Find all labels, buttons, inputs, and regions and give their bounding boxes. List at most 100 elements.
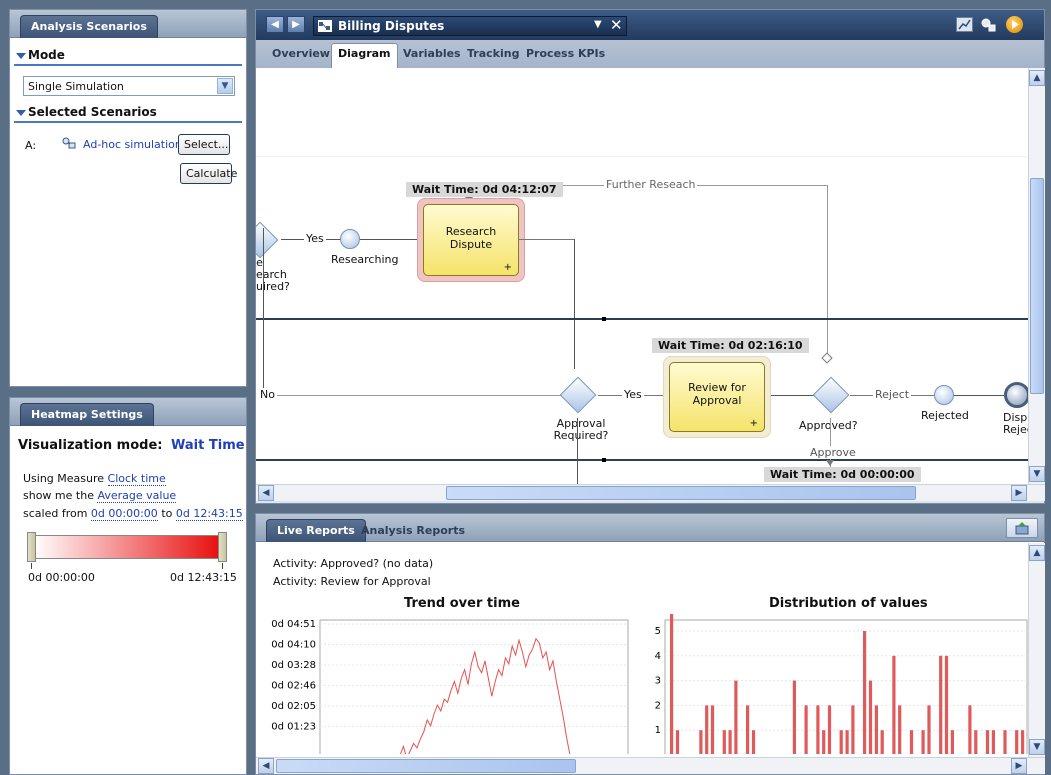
connector [360, 239, 418, 240]
horizontal-scrollbar[interactable]: ◀ ▶ [256, 757, 1045, 774]
process-icon[interactable] [980, 17, 997, 32]
expand-icon[interactable]: + [750, 418, 758, 429]
reports-panel: Live Reports Analysis Reports Activity: … [255, 513, 1045, 775]
lane-handle[interactable] [602, 317, 606, 321]
play-icon[interactable] [1006, 16, 1023, 33]
histogram-bar [705, 705, 709, 754]
measure-link[interactable]: Clock time [107, 472, 166, 486]
vertical-scrollbar[interactable]: ▲ ▼ [1028, 543, 1045, 757]
researching-event[interactable] [340, 229, 360, 249]
yes-label-1: Yes [304, 232, 326, 245]
scroll-left-button[interactable]: ◀ [258, 758, 274, 774]
mode-header[interactable]: Mode [14, 47, 242, 66]
research-dispute-task[interactable]: Research Dispute + [423, 204, 519, 276]
scroll-up-button[interactable]: ▲ [1029, 70, 1045, 86]
selected-scenarios-label: Selected Scenarios [28, 105, 157, 119]
scale-tick-max [222, 563, 223, 569]
tab-analysis-reports[interactable]: Analysis Reports [361, 524, 465, 537]
scroll-thumb[interactable] [276, 759, 576, 773]
scroll-down-button[interactable]: ▼ [1029, 739, 1045, 755]
back-button[interactable]: ◀ [266, 16, 284, 33]
export-icon[interactable] [1006, 518, 1038, 538]
scale-from-link[interactable]: 0d 00:00:00 [90, 507, 158, 521]
rejected-event[interactable] [934, 385, 954, 405]
histogram-bar [927, 705, 931, 754]
chart-icon[interactable] [956, 17, 973, 32]
activity-line-2: Activity: Review for Approval [273, 575, 431, 588]
histogram-bar [974, 730, 978, 754]
connector [272, 395, 562, 396]
tab-variables[interactable]: Variables [403, 47, 461, 60]
tab-process-kpis[interactable]: Process KPIs [526, 47, 605, 60]
research-dispute-label: Research Dispute [445, 225, 497, 251]
gradient-min-handle[interactable] [27, 532, 36, 562]
forward-button[interactable]: ▶ [287, 16, 305, 33]
histogram-bar [734, 680, 738, 754]
scroll-thumb[interactable] [446, 486, 916, 500]
scroll-right-button[interactable]: ▶ [1011, 485, 1027, 501]
histogram-bar [991, 730, 995, 754]
research-required-gateway[interactable] [256, 221, 279, 259]
approved-gateway[interactable] [812, 376, 850, 414]
process-selector[interactable]: Billing Disputes ▼ ✕ [313, 16, 627, 36]
scale-to-link[interactable]: 0d 12:43:15 [175, 507, 243, 521]
y-tick-label: 3 [655, 676, 661, 687]
lane-divider [256, 459, 1028, 461]
histogram-bar [909, 730, 914, 754]
wait-time-research: Wait Time: 0d 04:12:07 [406, 182, 563, 197]
connector [263, 228, 264, 396]
scale-min-label: 0d 00:00:00 [28, 571, 95, 584]
histogram-bar [728, 730, 732, 754]
mode-header-label: Mode [28, 48, 65, 62]
approval-required-gateway[interactable] [559, 376, 597, 414]
scenario-letter: A: [25, 139, 37, 152]
wait-time-review: Wait Time: 0d 02:16:10 [652, 338, 809, 353]
scroll-left-button[interactable]: ◀ [258, 485, 274, 501]
collapse-icon [16, 110, 26, 116]
tab-diagram[interactable]: Diagram [331, 43, 398, 68]
scroll-thumb[interactable] [1030, 178, 1044, 394]
tab-heatmap-settings[interactable]: Heatmap Settings [20, 403, 154, 426]
dispute-rejected-label-2: Rejec [1003, 423, 1028, 436]
chevron-down-icon[interactable]: ▼ [594, 19, 602, 30]
histogram-bar [898, 705, 902, 754]
calculate-button[interactable]: Calculate [180, 163, 237, 184]
histogram-bar [892, 655, 896, 754]
expand-icon[interactable]: + [504, 262, 512, 273]
horizontal-scrollbar[interactable]: ◀ ▶ [256, 484, 1045, 501]
scroll-down-button[interactable]: ▼ [1029, 466, 1045, 482]
selected-scenarios-header[interactable]: Selected Scenarios [14, 104, 242, 123]
scale-max-label: 0d 12:43:15 [170, 571, 237, 584]
scroll-right-button[interactable]: ▶ [1011, 758, 1027, 774]
scenario-link[interactable]: Ad-hoc simulation [83, 138, 182, 151]
panel-header: Heatmap Settings [10, 398, 246, 426]
yes-label-2: Yes [622, 388, 644, 401]
visualization-mode-value[interactable]: Wait Time [171, 438, 245, 453]
select-button[interactable]: Select... [178, 134, 230, 155]
tab-analysis-scenarios[interactable]: Analysis Scenarios [20, 15, 158, 38]
chevron-down-icon[interactable]: ▼ [217, 78, 233, 94]
mode-select[interactable]: Single Simulation ▼ [23, 76, 235, 96]
connector [574, 239, 575, 369]
histogram-bar [699, 730, 703, 754]
gradient-max-handle[interactable] [218, 532, 227, 562]
tab-tracking[interactable]: Tracking [467, 47, 519, 60]
scroll-up-button[interactable]: ▲ [1029, 545, 1045, 561]
histogram-bar [1003, 730, 1007, 754]
y-tick-label: 0d 03:28 [271, 660, 316, 671]
diagram-canvas[interactable]: Further Reseach Wait Time: 0d 04:12:07 R… [256, 68, 1028, 484]
vertical-scrollbar[interactable]: ▲ ▼ [1028, 68, 1045, 484]
histogram-bar [816, 705, 820, 754]
histogram-bar [939, 655, 943, 754]
close-icon[interactable]: ✕ [610, 16, 623, 34]
distribution-chart: 123456 [655, 614, 1028, 754]
aggregation-link[interactable]: Average value [97, 489, 177, 503]
histogram-bar [868, 680, 873, 754]
end-event[interactable] [1004, 382, 1028, 408]
visualization-mode-label: Visualization mode: [18, 438, 163, 453]
lane-handle[interactable] [602, 458, 606, 462]
review-for-approval-task[interactable]: Review for Approval + [669, 362, 765, 432]
tab-overview[interactable]: Overview [272, 47, 330, 60]
tab-live-reports[interactable]: Live Reports [266, 519, 366, 542]
y-tick-label: 4 [655, 651, 661, 662]
